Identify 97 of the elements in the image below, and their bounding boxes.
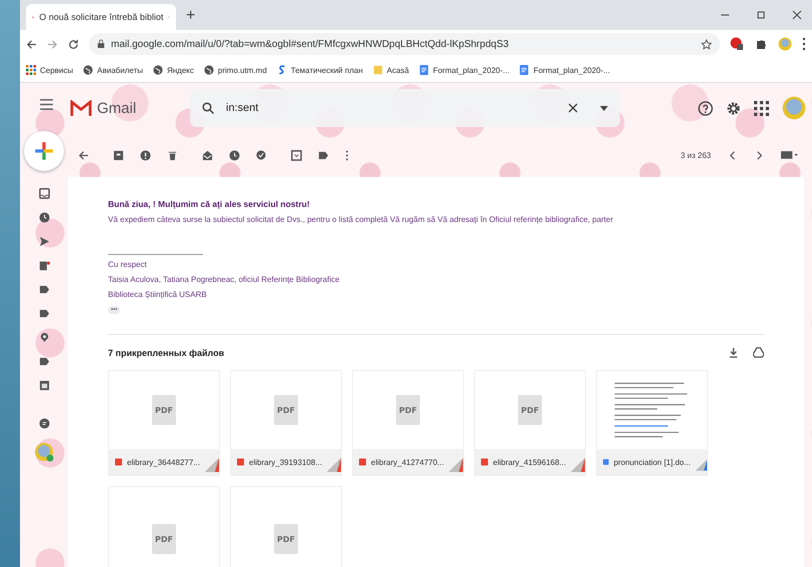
bookmark[interactable]: Acasă: [372, 65, 409, 75]
reload-icon[interactable]: [68, 38, 79, 50]
download-icon[interactable]: [728, 347, 739, 358]
address-bar[interactable]: mail.google.com/mail/u/0/?tab=wm&ogbl#sent/FMfcgxwHNWDpqLBHctQdd-lKpShrpdqS3: [89, 33, 720, 55]
signature-line: Taisia Aculova, Tatiana Pogrebneac, oficiul Referințe Bibliografice: [108, 274, 340, 285]
bookmark[interactable]: Авиабилеты: [83, 65, 143, 75]
attachment-card[interactable]: pronunciation [1].do...: [596, 370, 708, 476]
clear-search-icon[interactable]: [568, 103, 578, 113]
back-arrow-icon[interactable]: [26, 38, 37, 50]
dropdown-caret-icon[interactable]: [600, 106, 608, 110]
keyboard-icon[interactable]: [781, 150, 798, 160]
attachment-card[interactable]: PDF elibrary_36448277...: [108, 370, 220, 476]
mark-unread-icon[interactable]: [202, 150, 213, 160]
attachment-card[interactable]: PDF: [108, 486, 220, 567]
attachment-card[interactable]: PDF: [230, 486, 342, 567]
back-arrow-icon[interactable]: [78, 150, 89, 160]
search-icon: [202, 102, 214, 114]
settings-icon[interactable]: [726, 100, 741, 116]
file-name: elibrary_36448277...: [127, 458, 200, 466]
attachment-card[interactable]: PDF elibrary_39193108...: [230, 370, 342, 476]
email-body-text: Vă expediem câteva surse la subiectul solicitat de Dvs., pentru o listă completă Vă rugăm să Vă adresați în Oficiul referințe bibliografice, parter: [108, 215, 614, 224]
pdf-placeholder: PDF: [518, 395, 542, 425]
menu-icon[interactable]: [40, 99, 52, 110]
bookmark[interactable]: Тематический план: [276, 65, 363, 75]
attachment-card[interactable]: PDF elibrary_41274770...: [352, 370, 464, 476]
url-text: mail.google.com/mail/u/0/?tab=wm&ogbl#sent/FMfcgxwHNWDpqLBHctQdd-lKpShrpdqS3: [111, 38, 510, 50]
lock-icon: [97, 39, 105, 49]
next-icon[interactable]: [754, 150, 765, 160]
spam-icon[interactable]: [140, 150, 151, 160]
pdf-file-icon: [359, 457, 366, 467]
globe-icon: [152, 65, 163, 75]
search-bar[interactable]: in:sent: [190, 89, 620, 127]
close-icon[interactable]: [792, 10, 802, 20]
draft-icon[interactable]: [38, 260, 50, 271]
file-name: elibrary_41274770...: [371, 458, 444, 466]
previous-icon[interactable]: [727, 150, 738, 160]
greeting-text: Bună ziua, ! Mulțumim că ați ales serviciul nostru!: [108, 199, 311, 209]
bookmark[interactable]: primo.utm.md: [204, 65, 267, 75]
signature-line: Biblioteca Științifică USARB: [108, 289, 207, 300]
bookmark[interactable]: Format_plan_2020-...: [418, 65, 510, 75]
inbox-icon[interactable]: [38, 188, 50, 199]
page-counter: 3 из 263: [680, 150, 711, 160]
app-name: Gmail: [97, 100, 136, 116]
clock-icon[interactable]: [38, 212, 50, 223]
doc-file-icon: [603, 457, 609, 467]
plus-icon: [33, 140, 55, 162]
globe-icon: [83, 65, 94, 75]
pdf-file-icon: [115, 457, 122, 467]
bookmark[interactable]: Яндекс: [152, 65, 194, 75]
pdf-placeholder: PDF: [152, 524, 176, 554]
apps-grid-icon[interactable]: [754, 100, 769, 116]
file-name: pronunciation [1].do...: [614, 458, 691, 466]
file-name: elibrary_39193108...: [249, 458, 322, 466]
move-to-icon[interactable]: [291, 150, 302, 160]
pin-icon[interactable]: [38, 332, 50, 343]
pdf-file-icon: [481, 457, 488, 467]
avatar-icon[interactable]: [34, 442, 54, 462]
compose-button[interactable]: [24, 131, 64, 171]
chat-icon[interactable]: [38, 418, 50, 429]
label-icon[interactable]: [318, 150, 329, 160]
star-icon[interactable]: [701, 38, 712, 50]
more-icon[interactable]: [345, 150, 349, 160]
document-icon: [418, 65, 429, 75]
trash-icon[interactable]: [167, 150, 178, 160]
label-icon[interactable]: [38, 284, 50, 295]
restore-icon[interactable]: [756, 10, 766, 20]
help-icon[interactable]: [698, 100, 713, 116]
add-task-icon[interactable]: [256, 150, 267, 160]
tab-title: O nouă solicitare întrebă bibliot: [39, 12, 164, 22]
document-icon: [519, 65, 530, 75]
new-tab-button[interactable]: +: [186, 7, 196, 25]
menu-icon[interactable]: [802, 37, 806, 51]
mail-logo-icon: [70, 100, 92, 116]
apps-grid-icon: [26, 65, 36, 75]
bookmark[interactable]: Format_plan_2020-...: [519, 65, 610, 75]
label-icon[interactable]: [38, 356, 50, 367]
attachments-title: 7 прикрепленных файлов: [108, 348, 226, 358]
bookmark[interactable]: Сервисы: [26, 65, 74, 75]
pdf-placeholder: PDF: [274, 524, 298, 554]
globe-icon: [204, 65, 214, 75]
signature-line: Cu respect: [108, 259, 147, 270]
pdf-placeholder: PDF: [152, 395, 176, 425]
pdf-placeholder: PDF: [396, 395, 420, 425]
extension-icon[interactable]: [730, 37, 744, 51]
note-icon: [372, 65, 383, 75]
calendar-icon[interactable]: [38, 380, 50, 391]
archive-icon[interactable]: [113, 150, 124, 160]
send-icon[interactable]: [38, 236, 50, 247]
pdf-file-icon: [237, 457, 244, 467]
browser-tab[interactable]: O nouă solicitare întrebă bibliot: [26, 4, 176, 30]
search-field[interactable]: in:sent: [224, 101, 558, 115]
pdf-placeholder: PDF: [274, 395, 298, 425]
attachment-card[interactable]: PDF elibrary_41596168...: [474, 370, 586, 476]
label-icon[interactable]: [38, 308, 50, 319]
file-name: elibrary_41596168...: [493, 458, 566, 466]
s-letter-icon: [276, 65, 287, 75]
clock-icon[interactable]: [229, 150, 240, 160]
